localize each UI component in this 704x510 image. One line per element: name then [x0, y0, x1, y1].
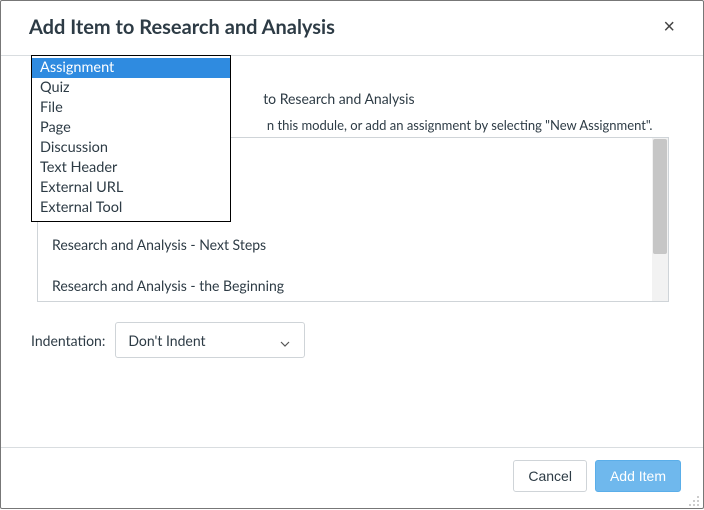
indentation-value: Don't Indent — [128, 332, 205, 349]
list-item[interactable]: Research and Analysis - Next Steps — [38, 220, 668, 261]
dropdown-option-external-url[interactable]: External URL — [32, 178, 230, 198]
close-button[interactable]: × — [657, 15, 681, 39]
list-item[interactable]: Research and Analysis - the Beginning — [38, 261, 668, 302]
dialog-body: Add to Research and Analysis Se n this m… — [1, 56, 703, 358]
indentation-select[interactable]: Don't Indent — [115, 322, 305, 358]
indentation-label: Indentation: — [31, 332, 105, 349]
dialog-footer: Cancel Add Item — [1, 447, 703, 508]
close-icon: × — [663, 16, 675, 38]
dropdown-option-file[interactable]: File — [32, 98, 230, 118]
chevron-down-icon — [280, 335, 290, 345]
resize-grip-icon[interactable] — [688, 493, 700, 505]
indentation-row: Indentation: Don't Indent — [31, 322, 673, 358]
cancel-button[interactable]: Cancel — [513, 460, 587, 492]
item-type-dropdown[interactable]: Assignment Quiz File Page Discussion Tex… — [31, 55, 231, 222]
dropdown-option-quiz[interactable]: Quiz — [32, 78, 230, 98]
dropdown-option-discussion[interactable]: Discussion — [32, 138, 230, 158]
add-suffix-text: to Research and Analysis — [263, 90, 414, 107]
dropdown-option-page[interactable]: Page — [32, 118, 230, 138]
add-item-button[interactable]: Add Item — [595, 460, 681, 492]
listbox-scrollbar[interactable] — [652, 138, 668, 301]
dropdown-option-text-header[interactable]: Text Header — [32, 158, 230, 178]
dropdown-option-assignment[interactable]: Assignment — [32, 58, 230, 78]
dialog-title: Add Item to Research and Analysis — [29, 15, 335, 39]
scrollbar-thumb[interactable] — [653, 139, 667, 254]
dropdown-option-external-tool[interactable]: External Tool — [32, 198, 230, 218]
hint-tail-text: n this module, or add an assignment by s… — [267, 117, 653, 133]
dialog-header: Add Item to Research and Analysis × — [1, 1, 703, 56]
